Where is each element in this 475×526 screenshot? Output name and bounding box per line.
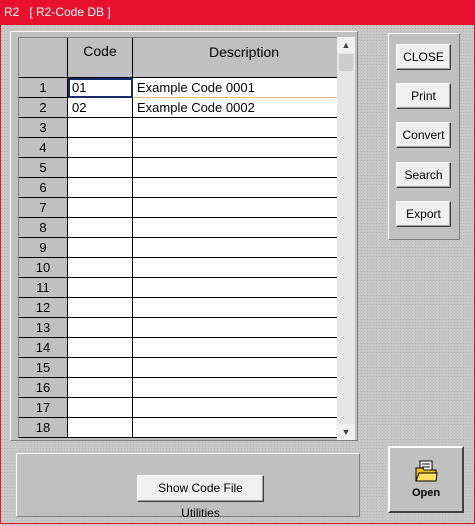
- row-number[interactable]: 12: [19, 298, 68, 318]
- row-number[interactable]: 3: [19, 118, 68, 138]
- code-cell[interactable]: [68, 158, 133, 178]
- code-cell[interactable]: [68, 318, 133, 338]
- show-code-file-utilities-button[interactable]: Show Code File Utilities: [137, 475, 264, 520]
- description-cell[interactable]: [133, 318, 355, 338]
- close-button[interactable]: CLOSE: [396, 44, 451, 70]
- description-cell[interactable]: [133, 258, 355, 278]
- column-header-code[interactable]: Code: [68, 38, 133, 78]
- convert-button[interactable]: Convert: [396, 122, 451, 148]
- code-cell[interactable]: [68, 398, 133, 418]
- code-cell[interactable]: [68, 178, 133, 198]
- description-cell[interactable]: [133, 238, 355, 258]
- search-button[interactable]: Search: [396, 162, 451, 188]
- window-border-left: [0, 25, 1, 524]
- description-cell[interactable]: [133, 418, 355, 438]
- row-number[interactable]: 8: [19, 218, 68, 238]
- code-cell[interactable]: [68, 198, 133, 218]
- code-cell[interactable]: 02: [68, 98, 133, 118]
- chevron-up-icon: ▲: [341, 40, 351, 50]
- description-cell[interactable]: [133, 398, 355, 418]
- description-cell[interactable]: [133, 218, 355, 238]
- code-cell[interactable]: [68, 298, 133, 318]
- code-cell[interactable]: [68, 378, 133, 398]
- row-number[interactable]: 10: [19, 258, 68, 278]
- code-grid[interactable]: Code Description 1 01 Example Code 0001 2 02…: [18, 37, 355, 438]
- scroll-thumb[interactable]: [339, 54, 353, 71]
- scroll-down-button[interactable]: ▼: [337, 424, 355, 440]
- window-title: R2 [ R2-Code DB ]: [0, 0, 475, 25]
- description-cell[interactable]: [133, 278, 355, 298]
- grid-vertical-scrollbar[interactable]: ▲ ▼: [337, 37, 355, 440]
- description-cell[interactable]: [133, 358, 355, 378]
- row-number[interactable]: 9: [19, 238, 68, 258]
- grid-corner-header: [19, 38, 68, 78]
- code-cell[interactable]: [68, 138, 133, 158]
- description-cell[interactable]: Example Code 0002: [133, 98, 355, 118]
- row-number[interactable]: 1: [19, 78, 68, 98]
- row-number[interactable]: 14: [19, 338, 68, 358]
- row-number[interactable]: 16: [19, 378, 68, 398]
- row-number[interactable]: 7: [19, 198, 68, 218]
- row-number[interactable]: 17: [19, 398, 68, 418]
- description-cell[interactable]: [133, 198, 355, 218]
- code-cell[interactable]: [68, 358, 133, 378]
- open-button[interactable]: Open: [388, 446, 464, 513]
- row-number[interactable]: 2: [19, 98, 68, 118]
- row-number[interactable]: 18: [19, 418, 68, 438]
- print-button[interactable]: Print: [396, 83, 451, 109]
- row-number[interactable]: 13: [19, 318, 68, 338]
- code-cell[interactable]: 01: [68, 78, 133, 98]
- description-cell[interactable]: Example Code 0001: [133, 78, 355, 98]
- description-cell[interactable]: [133, 338, 355, 358]
- description-cell[interactable]: [133, 298, 355, 318]
- code-cell[interactable]: [68, 418, 133, 438]
- row-number[interactable]: 4: [19, 138, 68, 158]
- code-cell[interactable]: [68, 278, 133, 298]
- description-cell[interactable]: [133, 178, 355, 198]
- row-number[interactable]: 15: [19, 358, 68, 378]
- code-cell[interactable]: [68, 118, 133, 138]
- open-folder-icon: [414, 460, 438, 487]
- chevron-down-icon: ▼: [341, 427, 351, 437]
- open-button-label: Open: [411, 487, 441, 499]
- export-button[interactable]: Export: [396, 201, 451, 227]
- code-cell[interactable]: [68, 218, 133, 238]
- code-cell[interactable]: [68, 338, 133, 358]
- code-cell[interactable]: [68, 238, 133, 258]
- description-cell[interactable]: [133, 378, 355, 398]
- scroll-up-button[interactable]: ▲: [337, 37, 355, 53]
- description-cell[interactable]: [133, 138, 355, 158]
- description-cell[interactable]: [133, 118, 355, 138]
- row-number[interactable]: 5: [19, 158, 68, 178]
- column-header-description[interactable]: Description: [133, 38, 355, 78]
- code-cell[interactable]: [68, 258, 133, 278]
- row-number[interactable]: 11: [19, 278, 68, 298]
- description-cell[interactable]: [133, 158, 355, 178]
- row-number[interactable]: 6: [19, 178, 68, 198]
